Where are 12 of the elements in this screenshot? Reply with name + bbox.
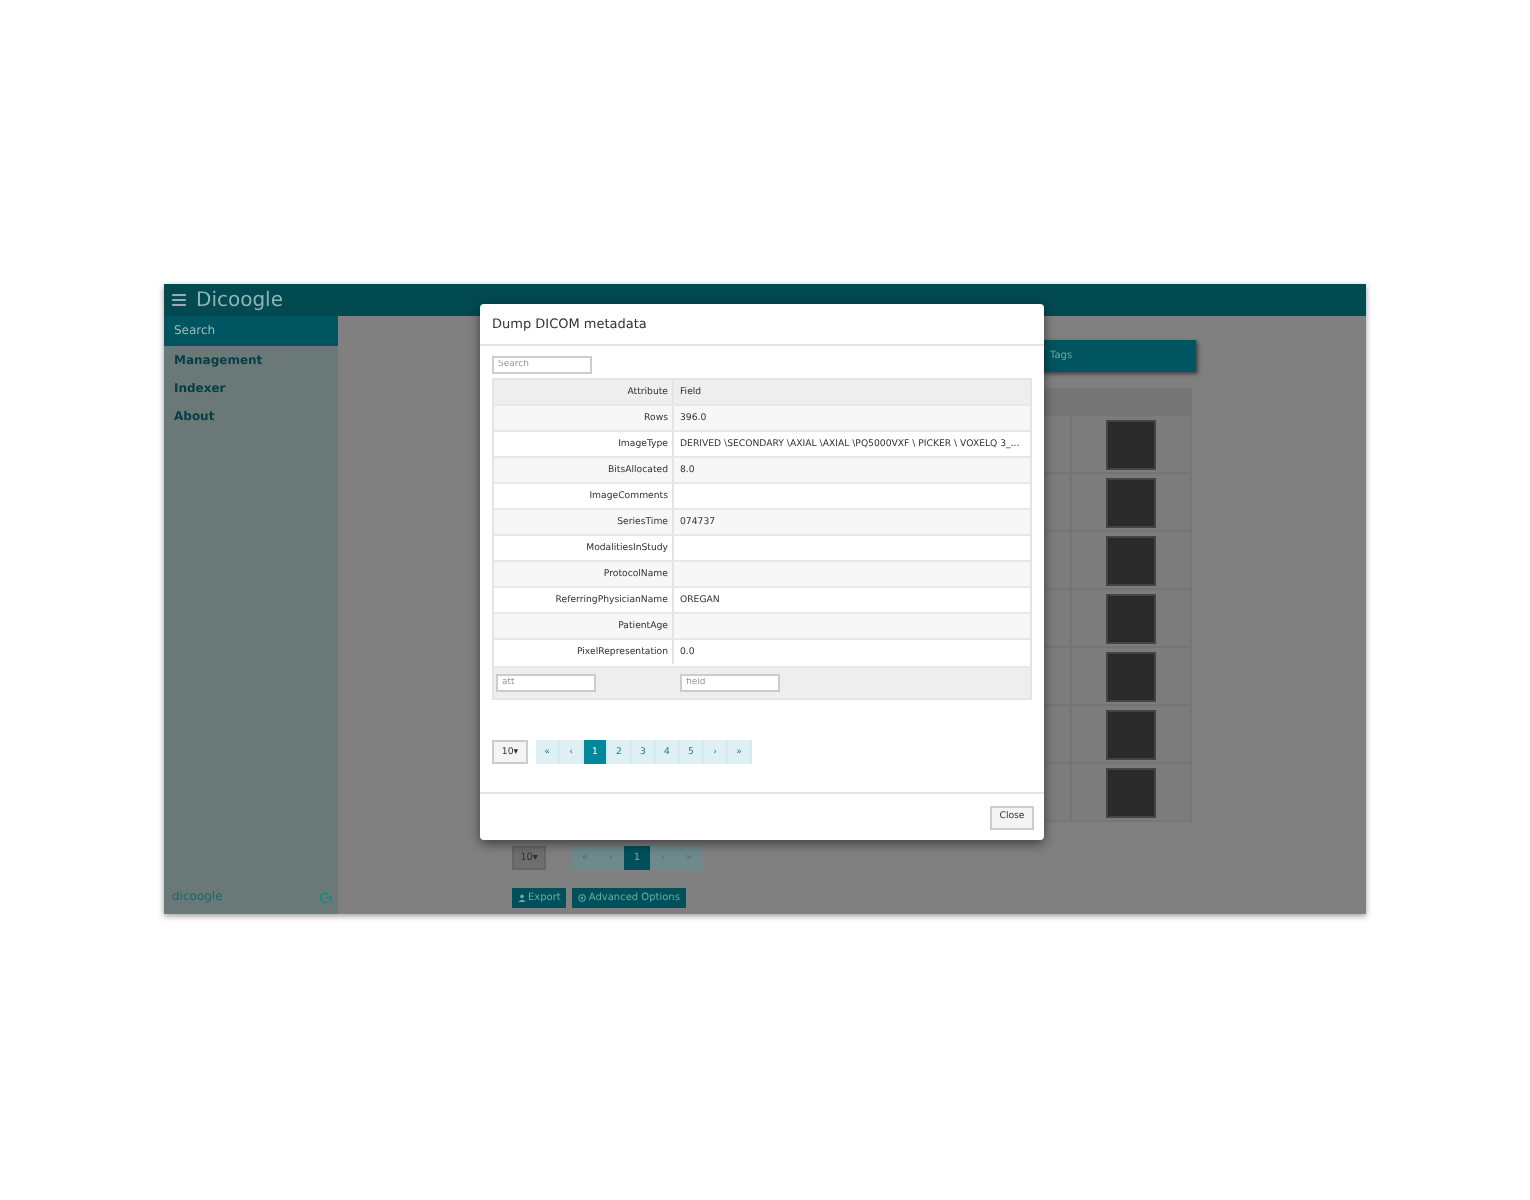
target-icon: [578, 894, 587, 902]
image-thumbnail[interactable]: [1106, 651, 1156, 701]
image-thumbnail[interactable]: [1106, 767, 1156, 817]
image-thumbnail[interactable]: [1106, 419, 1156, 469]
menu-icon[interactable]: [172, 294, 186, 306]
app-title: Dicoogle: [196, 289, 283, 311]
person-icon: [518, 894, 526, 902]
image-thumbnail[interactable]: [1106, 477, 1156, 527]
image-thumbnail[interactable]: [1106, 593, 1156, 643]
image-thumbnail[interactable]: [1106, 535, 1156, 585]
image-thumbnail[interactable]: [1106, 709, 1156, 759]
logout-icon[interactable]: [320, 891, 332, 903]
